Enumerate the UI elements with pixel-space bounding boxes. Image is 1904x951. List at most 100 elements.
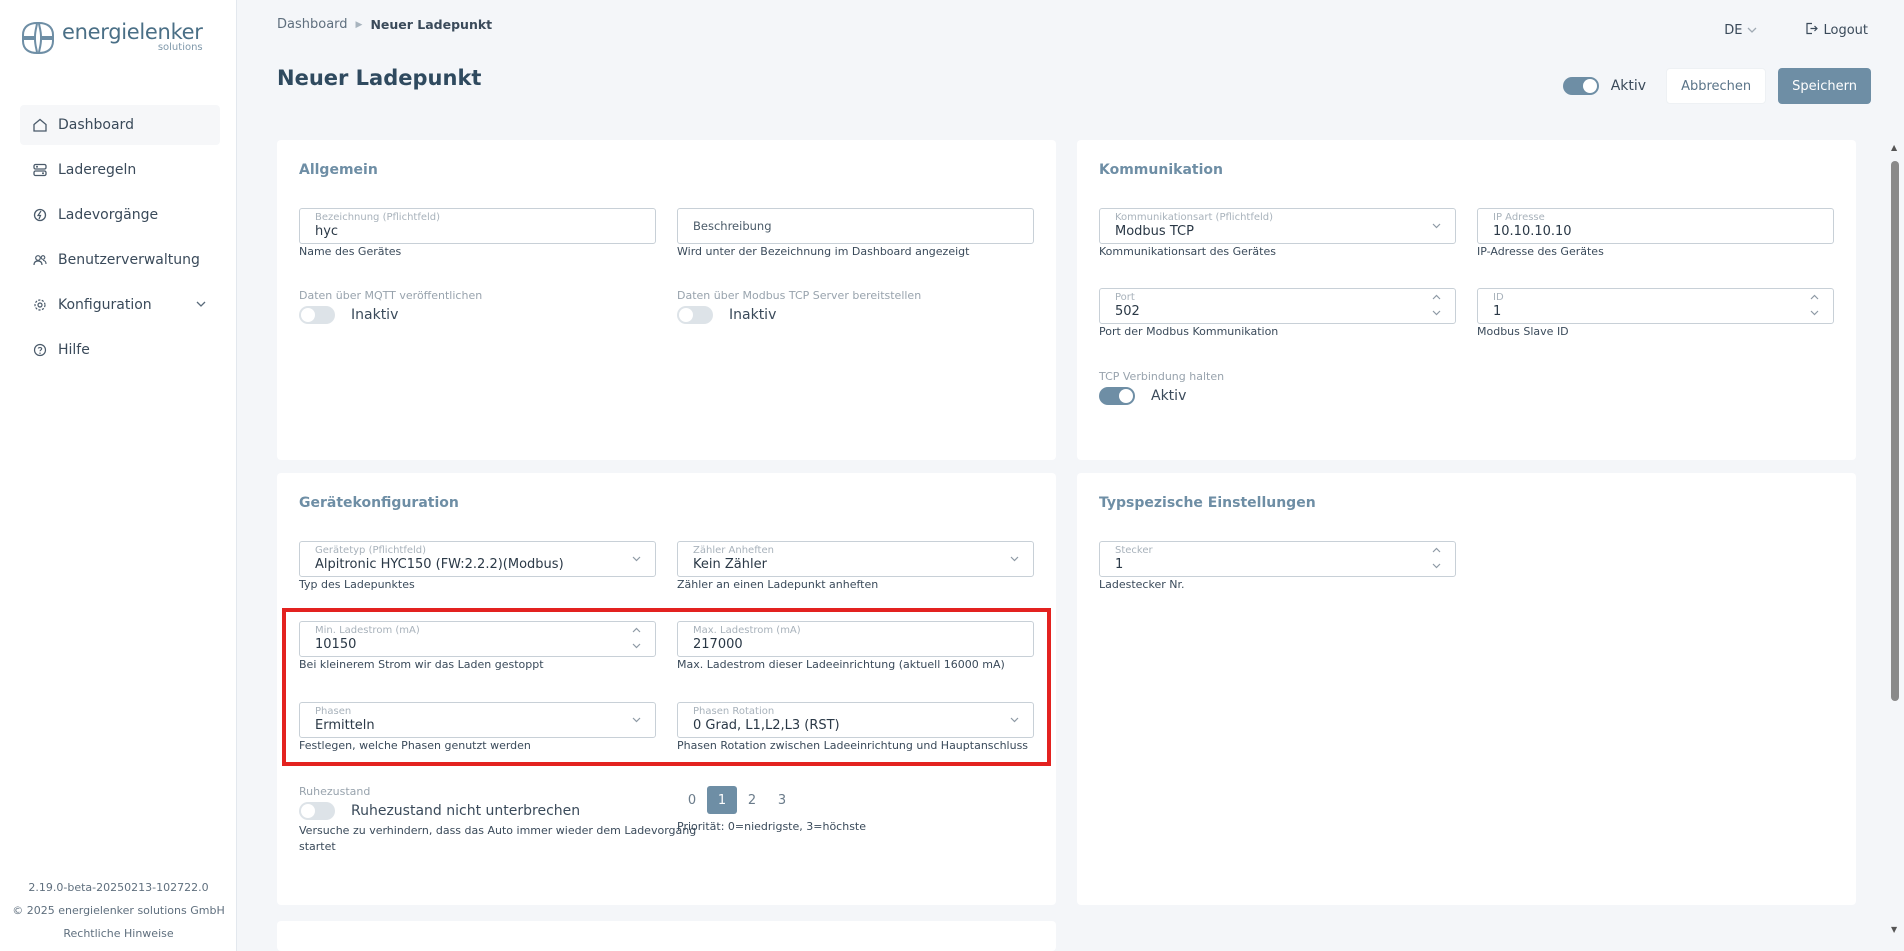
sidebar-item-dashboard[interactable]: Dashboard <box>20 105 220 145</box>
field-value: 502 <box>1115 304 1140 319</box>
field-hint: Priorität: 0=niedrigste, 3=höchste <box>677 820 867 833</box>
field-label: Stecker <box>1115 545 1153 556</box>
card-allgemein: Allgemein Bezeichnung (Pflichtfeld) hyc … <box>277 140 1056 460</box>
toggle-state: Inaktiv <box>351 307 399 323</box>
field-value: 10.10.10.10 <box>1493 224 1572 239</box>
field-label: Port <box>1115 292 1135 303</box>
field-hint: Port der Modbus Kommunikation <box>1099 325 1279 338</box>
field-value: Modbus TCP <box>1115 224 1194 239</box>
sidebar-item-hilfe[interactable]: Hilfe <box>20 330 220 370</box>
logout-label: Logout <box>1823 23 1868 38</box>
card-title: Gerätekonfiguration <box>299 495 459 511</box>
gear-icon <box>32 297 48 313</box>
priority-option[interactable]: 3 <box>767 786 797 814</box>
sidebar-item-ladevorgaenge[interactable]: Ladevorgänge <box>20 195 220 235</box>
modbus-server-toggle-row: Inaktiv <box>677 306 776 324</box>
scrollbar-thumb[interactable] <box>1891 161 1899 701</box>
sidebar-item-label: Dashboard <box>58 117 134 133</box>
field-hint: Versuche zu verhindern, dass das Auto im… <box>299 824 697 837</box>
slave-id-field[interactable]: ID 1 <box>1477 288 1834 324</box>
meter-select[interactable]: Zähler Anheften Kein Zähler <box>677 541 1034 577</box>
rest-state-toggle[interactable] <box>299 802 335 820</box>
sidebar: energielenker solutions Dashboard Ladere… <box>0 0 237 951</box>
toggle-state: Aktiv <box>1151 388 1187 404</box>
sidebar-item-label: Ladevorgänge <box>58 207 159 223</box>
sidebar-item-laderegeln[interactable]: Laderegeln <box>20 150 220 190</box>
communication-type-select[interactable]: Kommunikationsart (Pflichtfeld) Modbus T… <box>1099 208 1456 244</box>
header-actions: Aktiv Abbrechen Speichern <box>1562 68 1871 104</box>
sidebar-nav: Dashboard Laderegeln Ladevorgänge Benutz… <box>20 105 220 375</box>
name-field[interactable]: Bezeichnung (Pflichtfeld) hyc <box>299 208 656 244</box>
sidebar-item-label: Benutzerverwaltung <box>58 252 200 268</box>
field-hint: Modbus Slave ID <box>1477 325 1569 338</box>
help-icon <box>32 342 48 358</box>
breadcrumb-dashboard[interactable]: Dashboard <box>277 17 348 32</box>
sidebar-item-benutzerverwaltung[interactable]: Benutzerverwaltung <box>20 240 220 280</box>
card-title: Kommunikation <box>1099 162 1223 178</box>
priority-option[interactable]: 0 <box>677 786 707 814</box>
home-icon <box>32 117 48 133</box>
brand-name: energielenker <box>62 20 203 44</box>
chevron-down-icon <box>196 297 206 310</box>
copyright-text: © 2025 energielenker solutions GmbH <box>12 904 225 917</box>
chevron-down-icon <box>632 554 641 565</box>
logo[interactable]: energielenker solutions <box>20 20 203 60</box>
save-button[interactable]: Speichern <box>1778 68 1871 104</box>
field-label: Kommunikationsart (Pflichtfeld) <box>1115 212 1274 223</box>
cancel-button[interactable]: Abbrechen <box>1666 68 1767 104</box>
ip-address-field[interactable]: IP Adresse 10.10.10.10 <box>1477 208 1834 244</box>
card-title: Typspezische Einstellungen <box>1099 495 1316 511</box>
scroll-up-icon[interactable]: ▲ <box>1891 143 1897 152</box>
charging-icon <box>32 207 48 223</box>
field-value: hyc <box>315 224 339 239</box>
mqtt-toggle[interactable] <box>299 306 335 324</box>
language-value: DE <box>1724 23 1743 38</box>
field-hint: Kommunikationsart des Gerätes <box>1099 245 1276 258</box>
field-value: 1 <box>1493 304 1502 319</box>
sidebar-item-konfiguration[interactable]: Konfiguration <box>20 285 220 325</box>
field-value: Kein Zähler <box>693 557 767 572</box>
active-toggle-group: Aktiv <box>1562 77 1646 95</box>
device-type-select[interactable]: Gerätetyp (Pflichtfeld) Alpitronic HYC15… <box>299 541 656 577</box>
tcp-keepalive-toggle[interactable] <box>1099 387 1135 405</box>
field-label: IP Adresse <box>1493 212 1545 223</box>
plug-number-field[interactable]: Stecker 1 <box>1099 541 1456 577</box>
scrollbar[interactable]: ▲ ▼ <box>1886 143 1904 934</box>
legal-link[interactable]: Rechtliche Hinweise <box>0 922 237 945</box>
field-label: Zähler Anheften <box>693 545 774 556</box>
field-hint: startet <box>299 840 336 853</box>
version-text: 2.19.0-beta-20250213-102722.0 <box>28 881 209 894</box>
stepper-icon[interactable] <box>1810 292 1819 323</box>
topbar-actions: DE Logout <box>1724 22 1868 39</box>
priority-option[interactable]: 2 <box>737 786 767 814</box>
toggle-state: Inaktiv <box>729 307 777 323</box>
description-field[interactable]: Beschreibung <box>677 208 1034 244</box>
stepper-icon[interactable] <box>1432 545 1441 576</box>
field-label: Gerätetyp (Pflichtfeld) <box>315 545 427 556</box>
logout-icon <box>1805 22 1819 39</box>
language-select[interactable]: DE <box>1724 23 1757 38</box>
field-hint: Typ des Ladepunktes <box>299 578 415 591</box>
field-hint: Ladestecker Nr. <box>1099 578 1185 591</box>
tcp-keepalive-label: TCP Verbindung halten <box>1099 370 1225 383</box>
logout-button[interactable]: Logout <box>1805 22 1868 39</box>
sidebar-item-label: Konfiguration <box>58 297 152 313</box>
card-next <box>277 921 1056 951</box>
priority-option-selected[interactable]: 1 <box>707 786 737 814</box>
field-label: Bezeichnung (Pflichtfeld) <box>315 212 441 223</box>
card-kommunikation: Kommunikation Kommunikationsart (Pflicht… <box>1077 140 1856 460</box>
modbus-server-toggle[interactable] <box>677 306 713 324</box>
active-toggle[interactable] <box>1562 77 1599 95</box>
field-value: 1 <box>1115 557 1124 572</box>
stepper-icon[interactable] <box>1432 292 1441 323</box>
card-typspezifisch: Typspezische Einstellungen Stecker 1 Lad… <box>1077 473 1856 905</box>
chevron-down-icon <box>1010 554 1019 565</box>
page-title: Neuer Ladepunkt <box>277 66 482 90</box>
breadcrumb-separator-icon: ▶ <box>355 19 363 30</box>
port-field[interactable]: Port 502 <box>1099 288 1456 324</box>
card-title: Allgemein <box>299 162 378 178</box>
scroll-down-icon[interactable]: ▼ <box>1891 925 1897 934</box>
brand-sub: solutions <box>157 42 203 53</box>
field-label: ID <box>1493 292 1504 303</box>
field-hint: IP-Adresse des Gerätes <box>1477 245 1604 258</box>
